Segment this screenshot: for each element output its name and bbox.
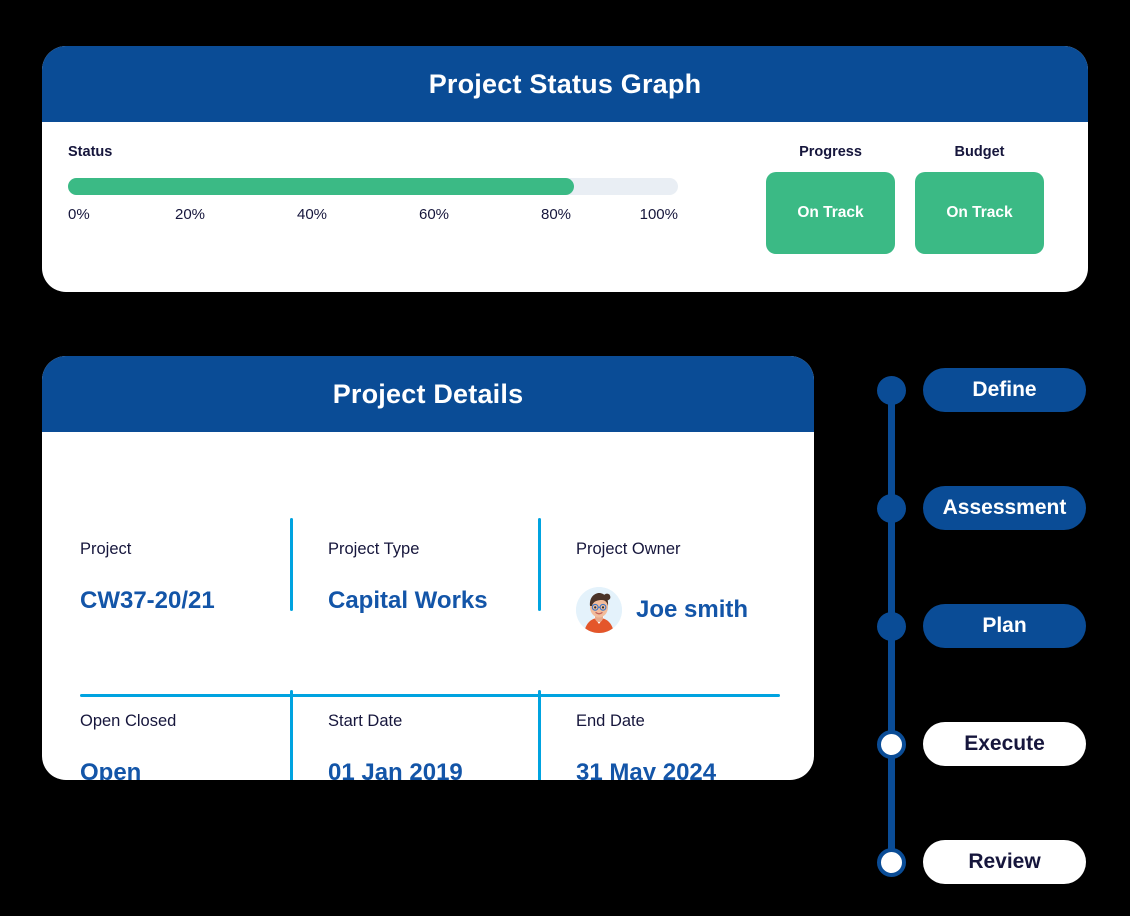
- detail-label-start-date: Start Date: [328, 712, 538, 731]
- details-row-top: Project CW37-20/21 Project Type Capital …: [42, 540, 814, 633]
- project-status-graph-card: Project Status Graph Status 0% 20% 40% 60% 8…: [42, 46, 1088, 292]
- detail-label-project-owner: Project Owner: [576, 540, 814, 559]
- detail-label-project: Project: [80, 540, 290, 559]
- timeline-step-assessment[interactable]: Assessment: [866, 486, 1096, 530]
- progress-tick-0: 0%: [68, 206, 90, 223]
- detail-label-open-closed: Open Closed: [80, 712, 290, 731]
- timeline-pill-define[interactable]: Define: [923, 368, 1086, 412]
- project-details-card: Project Details Project CW37-20/21 Proje…: [42, 356, 814, 780]
- page-root: Project Status Graph Status 0% 20% 40% 60% 8…: [0, 0, 1130, 916]
- progress-tick-80: 80%: [541, 206, 571, 223]
- timeline-step-review[interactable]: Review: [866, 840, 1096, 884]
- detail-value-start-date: 01 Jan 2019: [328, 759, 538, 780]
- detail-field-project-type: Project Type Capital Works: [290, 540, 538, 633]
- avatar: [576, 587, 622, 633]
- detail-field-end-date: End Date 31 May 2024: [538, 712, 814, 780]
- detail-value-project-owner: Joe smith: [576, 587, 814, 633]
- status-progress-bar: 0% 20% 40% 60% 80% 100%: [68, 178, 678, 226]
- timeline-dot-plan: [877, 612, 906, 641]
- detail-field-project: Project CW37-20/21: [42, 540, 290, 633]
- progress-bar-tick-labels: 0% 20% 40% 60% 80% 100%: [68, 206, 678, 226]
- detail-label-project-type: Project Type: [328, 540, 538, 559]
- details-horizontal-divider: [80, 694, 780, 697]
- progress-bar-fill: [68, 178, 574, 195]
- detail-label-end-date: End Date: [576, 712, 814, 731]
- progress-tick-100: 100%: [640, 206, 678, 223]
- detail-value-open-closed: Open: [80, 759, 290, 780]
- progress-tick-20: 20%: [175, 206, 205, 223]
- detail-field-project-owner: Project Owner: [538, 540, 814, 633]
- owner-name: Joe smith: [636, 596, 748, 624]
- timeline-pill-execute[interactable]: Execute: [923, 722, 1086, 766]
- details-row-bottom: Open Closed Open Start Date 01 Jan 2019 …: [42, 712, 814, 780]
- detail-value-end-date: 31 May 2024: [576, 759, 814, 780]
- status-card-body: Status 0% 20% 40% 60% 80% 100% Progress On Tr…: [42, 122, 1088, 292]
- kpi-progress-title: Progress: [766, 144, 895, 160]
- detail-field-open-closed: Open Closed Open: [42, 712, 290, 780]
- kpi-budget-title: Budget: [915, 144, 1044, 160]
- details-card-body: Project CW37-20/21 Project Type Capital …: [42, 432, 814, 780]
- detail-value-project-type: Capital Works: [328, 587, 538, 615]
- kpi-progress: Progress On Track: [766, 144, 895, 254]
- kpi-budget: Budget On Track: [915, 144, 1044, 254]
- status-card-title: Project Status Graph: [42, 46, 1088, 122]
- timeline-step-execute[interactable]: Execute: [866, 722, 1096, 766]
- timeline-dot-define: [877, 376, 906, 405]
- timeline-dot-execute: [877, 730, 906, 759]
- timeline-dot-assessment: [877, 494, 906, 523]
- project-phase-timeline: Define Assessment Plan Execute Review: [866, 356, 1096, 886]
- detail-value-project: CW37-20/21: [80, 587, 290, 615]
- timeline-pill-plan[interactable]: Plan: [923, 604, 1086, 648]
- timeline-pill-assessment[interactable]: Assessment: [923, 486, 1086, 530]
- kpi-budget-badge: On Track: [915, 172, 1044, 254]
- progress-tick-60: 60%: [419, 206, 449, 223]
- detail-field-start-date: Start Date 01 Jan 2019: [290, 712, 538, 780]
- progress-bar-track: [68, 178, 678, 195]
- timeline-step-plan[interactable]: Plan: [866, 604, 1096, 648]
- status-bar-label: Status: [68, 144, 112, 160]
- timeline-pill-review[interactable]: Review: [923, 840, 1086, 884]
- details-card-title: Project Details: [42, 356, 814, 432]
- progress-tick-40: 40%: [297, 206, 327, 223]
- timeline-dot-review: [877, 848, 906, 877]
- kpi-progress-badge: On Track: [766, 172, 895, 254]
- timeline-step-define[interactable]: Define: [866, 368, 1096, 412]
